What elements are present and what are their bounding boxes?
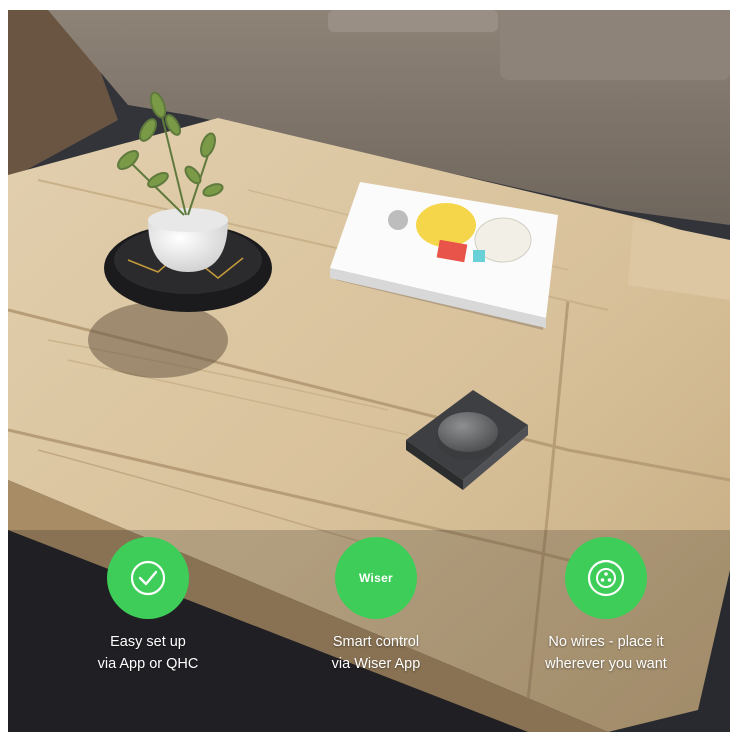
wireless-dial-icon — [587, 559, 625, 597]
feature-line1: Smart control — [332, 634, 420, 650]
feature-caption: Smart control via Wiser App — [276, 631, 476, 675]
feature-no-wires: No wires - place it wherever you want — [506, 537, 706, 675]
feature-line1: No wires - place it — [548, 634, 664, 650]
feature-line2: via Wiser App — [331, 656, 421, 672]
wiser-logo: Wiser — [358, 571, 394, 585]
feature-badge: Wiser — [335, 537, 417, 619]
feature-smart-control: Wiser Smart control via Wiser App — [276, 537, 476, 675]
feature-badge — [565, 537, 647, 619]
feature-line2: via App or QHC — [97, 656, 199, 672]
feature-caption: Easy set up via App or QHC — [48, 631, 248, 675]
product-image: Easy set up via App or QHC Wiser Smart c… — [8, 10, 730, 732]
feature-line2: wherever you want — [545, 656, 667, 672]
feature-easy-setup: Easy set up via App or QHC — [48, 537, 248, 675]
checkmark-icon — [130, 560, 166, 596]
feature-line1: Easy set up — [110, 634, 186, 650]
feature-badge — [107, 537, 189, 619]
feature-caption: No wires - place it wherever you want — [506, 631, 706, 675]
